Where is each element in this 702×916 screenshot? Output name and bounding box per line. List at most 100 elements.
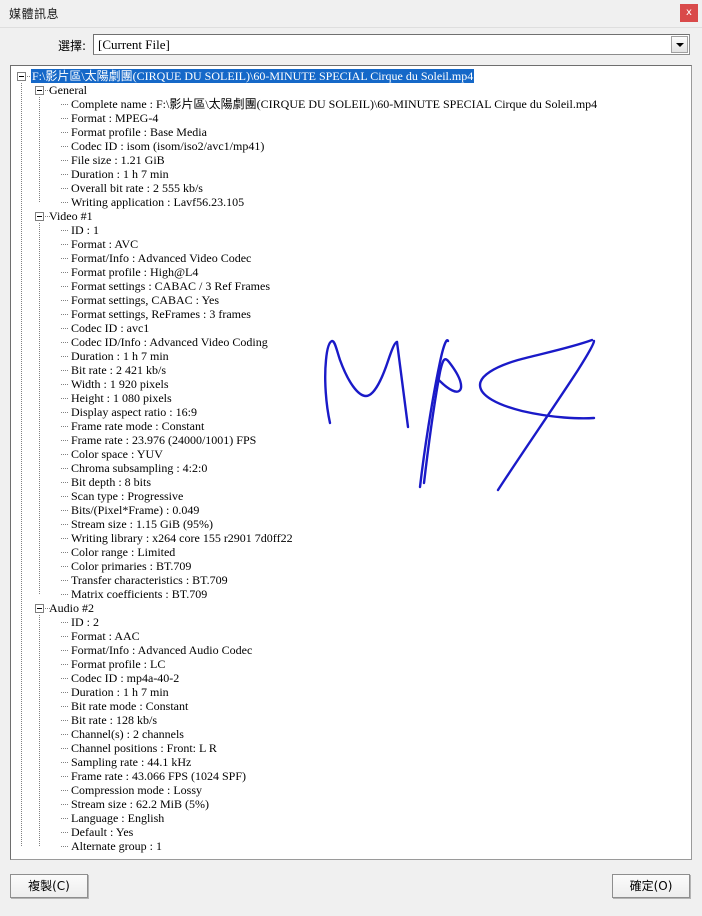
tree-connector-line [61, 258, 69, 259]
tree-item[interactable]: Duration : 1 h 7 min [11, 349, 691, 363]
tree-item[interactable]: Writing library : x264 core 155 r2901 7d… [11, 531, 691, 545]
tree-item[interactable]: ID : 2 [11, 615, 691, 629]
chevron-down-icon[interactable] [671, 36, 688, 53]
tree-item-label: Compression mode : Lossy [71, 783, 202, 797]
tree-item-label: Codec ID : mp4a-40-2 [71, 671, 180, 685]
tree-item-label: Format : MPEG-4 [71, 111, 159, 125]
tree-item[interactable]: Frame rate mode : Constant [11, 419, 691, 433]
tree-item[interactable]: Format settings, CABAC : Yes [11, 293, 691, 307]
tree-item[interactable]: Bit depth : 8 bits [11, 475, 691, 489]
tree-item[interactable]: Format profile : High@L4 [11, 265, 691, 279]
tree-guide-line [39, 615, 40, 846]
tree-item[interactable]: Alternate group : 1 [11, 839, 691, 853]
tree-connector-line [61, 342, 69, 343]
tree-item[interactable]: Color range : Limited [11, 545, 691, 559]
tree-item-label: Sampling rate : 44.1 kHz [71, 755, 192, 769]
tree-item[interactable]: Width : 1 920 pixels [11, 377, 691, 391]
tree-item[interactable]: Format/Info : Advanced Video Codec [11, 251, 691, 265]
tree-item[interactable]: Bits/(Pixel*Frame) : 0.049 [11, 503, 691, 517]
tree-section-audio-2[interactable]: Audio #2 [11, 601, 691, 615]
tree-connector-line [61, 300, 69, 301]
tree-item[interactable]: Channel(s) : 2 channels [11, 727, 691, 741]
tree-item[interactable]: Bit rate mode : Constant [11, 699, 691, 713]
tree-item[interactable]: Duration : 1 h 7 min [11, 167, 691, 181]
tree-item[interactable]: Stream size : 62.2 MiB (5%) [11, 797, 691, 811]
tree-item[interactable]: Chroma subsampling : 4:2:0 [11, 461, 691, 475]
tree-item-label: Codec ID/Info : Advanced Video Coding [71, 335, 268, 349]
tree-item-label: Format/Info : Advanced Audio Codec [71, 643, 253, 657]
tree-connector-line [61, 804, 69, 805]
close-icon[interactable]: x [680, 4, 698, 22]
tree-item[interactable]: Scan type : Progressive [11, 489, 691, 503]
tree-item[interactable]: Display aspect ratio : 16:9 [11, 405, 691, 419]
tree-collapse-icon[interactable] [35, 212, 44, 221]
tree-item[interactable]: Default : Yes [11, 825, 691, 839]
file-selector-value: [Current File] [98, 37, 170, 52]
tree-item[interactable]: Format : MPEG-4 [11, 111, 691, 125]
tree-item[interactable]: Matrix coefficients : BT.709 [11, 587, 691, 601]
tree-connector-line [61, 412, 69, 413]
tree-item-label: Duration : 1 h 7 min [71, 685, 169, 699]
tree-connector-line [61, 314, 69, 315]
tree-item[interactable]: Codec ID : mp4a-40-2 [11, 671, 691, 685]
ok-button[interactable]: 確定(O) [612, 874, 690, 898]
tree-section-video-1[interactable]: Video #1 [11, 209, 691, 223]
tree-section-general[interactable]: General [11, 83, 691, 97]
tree-connector-line [61, 482, 69, 483]
tree-item[interactable]: Sampling rate : 44.1 kHz [11, 755, 691, 769]
tree-item[interactable]: Bit rate : 2 421 kb/s [11, 363, 691, 377]
tree-root-node[interactable]: F:\影片區\太陽劇團(CIRQUE DU SOLEIL)\60-MINUTE … [11, 69, 691, 83]
tree-item[interactable]: Format profile : LC [11, 657, 691, 671]
tree-item[interactable]: Complete name : F:\影片區\太陽劇團(CIRQUE DU SO… [11, 97, 691, 111]
tree-collapse-icon[interactable] [35, 604, 44, 613]
tree-item-label: Scan type : Progressive [71, 489, 184, 503]
tree-item[interactable]: Format : AVC [11, 237, 691, 251]
tree-item[interactable]: Format : AAC [11, 629, 691, 643]
tree-item[interactable]: Codec ID/Info : Advanced Video Coding [11, 335, 691, 349]
file-selector-dropdown[interactable]: [Current File] [93, 34, 690, 55]
tree-item[interactable]: Compression mode : Lossy [11, 783, 691, 797]
tree-item-label: Codec ID : avc1 [71, 321, 150, 335]
tree-item[interactable]: Frame rate : 43.066 FPS (1024 SPF) [11, 769, 691, 783]
tree-item[interactable]: Transfer characteristics : BT.709 [11, 573, 691, 587]
tree-item[interactable]: Format profile : Base Media [11, 125, 691, 139]
tree-item[interactable]: Duration : 1 h 7 min [11, 685, 691, 699]
tree-item[interactable]: Writing application : Lavf56.23.105 [11, 195, 691, 209]
media-info-tree-panel[interactable]: F:\影片區\太陽劇團(CIRQUE DU SOLEIL)\60-MINUTE … [10, 65, 692, 860]
tree-item[interactable]: Frame rate : 23.976 (24000/1001) FPS [11, 433, 691, 447]
tree-item[interactable]: Channel positions : Front: L R [11, 741, 691, 755]
tree-connector-line [61, 776, 69, 777]
tree-connector-line [61, 496, 69, 497]
file-selector-row: 選擇: [Current File] [0, 32, 702, 60]
tree-item[interactable]: Overall bit rate : 2 555 kb/s [11, 181, 691, 195]
tree-item-label: Complete name : F:\影片區\太陽劇團(CIRQUE DU SO… [71, 97, 598, 111]
tree-connector-line [61, 272, 69, 273]
tree-item-label: Default : Yes [71, 825, 134, 839]
tree-item[interactable]: Color primaries : BT.709 [11, 559, 691, 573]
tree-item[interactable]: Language : English [11, 811, 691, 825]
tree-item-label: Format profile : LC [71, 657, 166, 671]
tree-connector-line [61, 706, 69, 707]
tree-item-label: Matrix coefficients : BT.709 [71, 587, 208, 601]
tree-item[interactable]: Format settings : CABAC / 3 Ref Frames [11, 279, 691, 293]
tree-guide-line [21, 83, 22, 846]
tree-item[interactable]: Bit rate : 128 kb/s [11, 713, 691, 727]
tree-item[interactable]: Stream size : 1.15 GiB (95%) [11, 517, 691, 531]
tree-item[interactable]: ID : 1 [11, 223, 691, 237]
tree-item-label: Format settings : CABAC / 3 Ref Frames [71, 279, 270, 293]
copy-button[interactable]: 複製(C) [10, 874, 88, 898]
tree-item[interactable]: Codec ID : isom (isom/iso2/avc1/mp41) [11, 139, 691, 153]
tree-item-label: Stream size : 1.15 GiB (95%) [71, 517, 213, 531]
tree-item-label: Format : AVC [71, 237, 139, 251]
tree-item[interactable]: Height : 1 080 pixels [11, 391, 691, 405]
tree-item-label: Format settings, ReFrames : 3 frames [71, 307, 251, 321]
tree-item[interactable]: Format/Info : Advanced Audio Codec [11, 643, 691, 657]
tree-item[interactable]: Format settings, ReFrames : 3 frames [11, 307, 691, 321]
window-title-bar: 媒體訊息 x [0, 0, 702, 28]
tree-item-label: File size : 1.21 GiB [71, 153, 165, 167]
tree-item[interactable]: Color space : YUV [11, 447, 691, 461]
tree-item[interactable]: Codec ID : avc1 [11, 321, 691, 335]
tree-collapse-icon[interactable] [35, 86, 44, 95]
tree-item[interactable]: File size : 1.21 GiB [11, 153, 691, 167]
tree-collapse-icon[interactable] [17, 72, 26, 81]
